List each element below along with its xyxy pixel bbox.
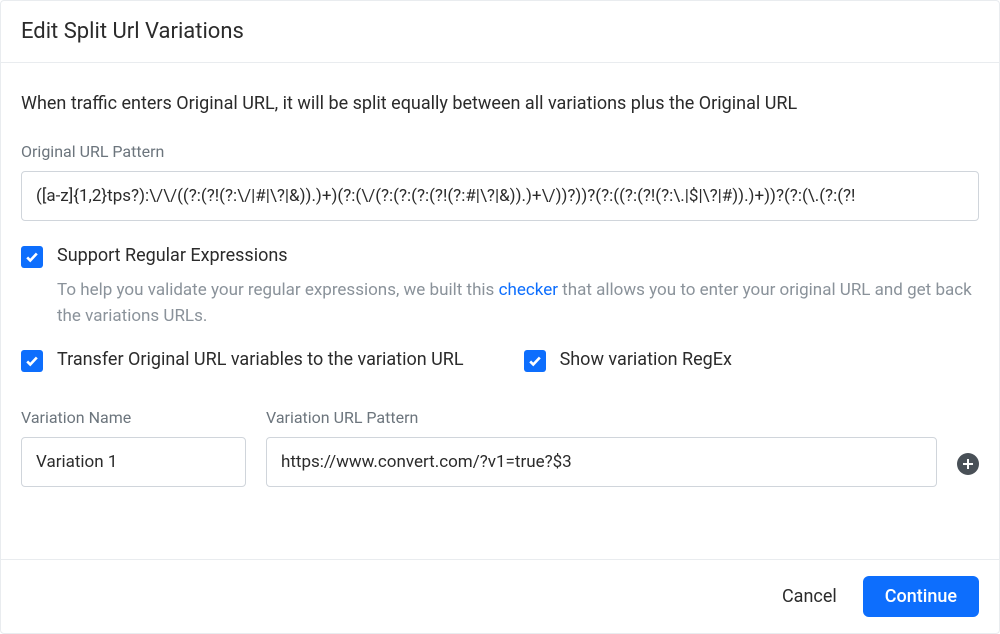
regex-checkbox[interactable] [21,246,43,268]
continue-button[interactable]: Continue [863,576,979,617]
check-icon [528,354,542,368]
variation-url-input[interactable] [266,437,937,487]
check-icon [25,354,39,368]
show-regex-checkbox-label: Show variation RegEx [560,349,732,370]
transfer-checkbox[interactable] [21,350,43,372]
transfer-checkbox-row: Transfer Original URL variables to the v… [21,349,464,372]
variation-name-label: Variation Name [21,408,246,427]
regex-help-text: To help you validate your regular expres… [57,278,979,329]
regex-checkbox-label: Support Regular Expressions [57,245,979,266]
variation-row: Variation Name Variation URL Pattern [21,408,979,487]
secondary-checkbox-row: Transfer Original URL variables to the v… [21,349,979,372]
show-regex-checkbox[interactable] [524,350,546,372]
modal-footer: Cancel Continue [1,559,999,633]
original-url-input[interactable] [21,171,979,221]
add-variation-col [957,453,979,487]
original-url-group: Original URL Pattern [21,142,979,221]
show-regex-checkbox-row: Show variation RegEx [524,349,732,372]
original-url-label: Original URL Pattern [21,142,979,161]
add-variation-button[interactable] [957,453,979,475]
plus-icon [962,458,974,470]
regex-checker-link[interactable]: checker [499,280,558,300]
transfer-checkbox-label: Transfer Original URL variables to the v… [57,349,464,370]
intro-text: When traffic enters Original URL, it wil… [21,93,979,114]
variation-url-col: Variation URL Pattern [266,408,937,487]
edit-split-url-modal: Edit Split Url Variations When traffic e… [0,0,1000,634]
regex-checkbox-content: Support Regular Expressions To help you … [57,245,979,329]
modal-body: When traffic enters Original URL, it wil… [1,63,999,559]
regex-checkbox-row: Support Regular Expressions To help you … [21,245,979,329]
variation-name-input[interactable] [21,437,246,487]
variation-url-label: Variation URL Pattern [266,408,937,427]
cancel-button[interactable]: Cancel [778,578,841,615]
regex-help-pre: To help you validate your regular expres… [57,280,499,300]
variation-name-col: Variation Name [21,408,246,487]
modal-title: Edit Split Url Variations [21,19,979,44]
check-icon [25,250,39,264]
modal-header: Edit Split Url Variations [1,1,999,63]
